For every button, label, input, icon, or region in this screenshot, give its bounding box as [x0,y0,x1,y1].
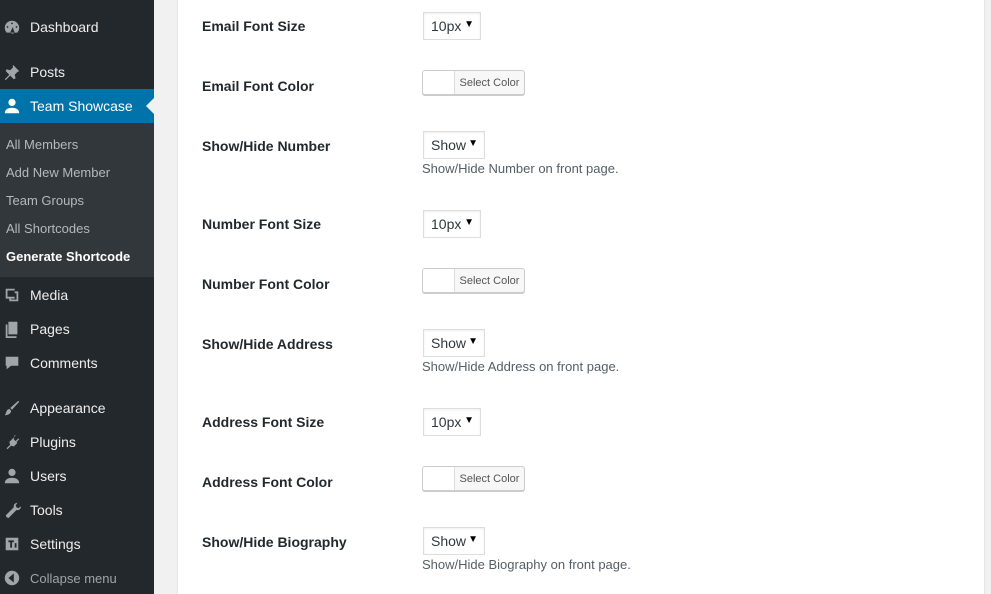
select-value: Show [431,335,467,351]
menu-item-plugins[interactable]: Plugins [0,425,154,459]
select-value: 10px [431,414,462,430]
menu-item-media[interactable]: Media [0,278,154,312]
wrench-icon [3,501,21,519]
collapse-label: Collapse menu [30,570,117,586]
show-biography-label: Show/Hide Biography [202,534,347,550]
show-number-select[interactable]: Show ▼ [423,131,485,159]
submenu-generate-shortcode[interactable]: Generate Shortcode [6,249,130,264]
select-value: 10px [431,216,462,232]
menu-item-dashboard[interactable]: Dashboard [0,10,154,44]
menu-label: Dashboard [30,19,99,35]
select-value: Show [431,137,467,153]
menu-label: Pages [30,321,70,337]
chevron-down-icon: ▼ [468,336,478,347]
address-font-size-select[interactable]: 10px ▼ [423,408,481,436]
email-font-size-select[interactable]: 10px ▼ [423,12,481,40]
email-font-color-label: Email Font Color [202,78,314,94]
menu-item-posts[interactable]: Posts [0,55,154,89]
brush-icon [3,399,21,417]
menu-item-team-showcase[interactable]: Team Showcase [0,89,154,123]
pin-icon [3,63,21,81]
show-number-description: Show/Hide Number on front page. [422,161,619,176]
chevron-down-icon: ▼ [468,138,478,149]
media-icon [3,286,21,304]
menu-item-comments[interactable]: Comments [0,346,154,380]
submenu-all-shortcodes[interactable]: All Shortcodes [6,221,90,236]
collapse-icon [3,569,21,587]
select-color-text: Select Color [459,472,520,485]
menu-item-tools[interactable]: Tools [0,493,154,527]
chevron-down-icon: ▼ [464,19,474,30]
menu-label: Media [30,287,69,303]
menu-label: Team Showcase [30,98,133,114]
admin-sidebar: Dashboard Posts Team Showcase All Member… [0,0,154,594]
select-value: 10px [431,18,462,34]
settings-panel: Email Font Size 10px ▼ Email Font Color S… [177,0,985,594]
menu-label: Comments [30,355,98,371]
show-address-select[interactable]: Show ▼ [423,329,485,357]
comment-icon [3,354,21,372]
submenu-team-groups[interactable]: Team Groups [6,193,84,208]
menu-label: Plugins [30,434,76,450]
show-biography-description: Show/Hide Biography on front page. [422,557,631,572]
color-swatch [423,467,455,490]
plug-icon [3,433,21,451]
show-biography-select[interactable]: Show ▼ [423,527,485,555]
menu-item-settings[interactable]: Settings [0,527,154,561]
chevron-down-icon: ▼ [464,415,474,426]
number-color-picker-button[interactable]: Select Color [422,268,525,293]
email-color-picker-button[interactable]: Select Color [422,70,525,95]
show-address-label: Show/Hide Address [202,336,333,352]
settings-icon [3,535,21,553]
chevron-down-icon: ▼ [468,534,478,545]
menu-label: Appearance [30,400,106,416]
address-font-size-label: Address Font Size [202,414,325,430]
select-value: Show [431,533,467,549]
user-icon [3,97,21,115]
team-showcase-submenu: All Members Add New Member Team Groups A… [0,123,154,277]
submenu-add-new-member[interactable]: Add New Member [6,165,110,180]
show-address-description: Show/Hide Address on front page. [422,359,620,374]
menu-item-appearance[interactable]: Appearance [0,391,154,425]
pages-icon [3,320,21,338]
email-font-size-label: Email Font Size [202,18,306,34]
menu-label: Settings [30,536,81,552]
submenu-all-members[interactable]: All Members [6,137,78,152]
color-swatch [423,269,455,292]
menu-label: Users [30,468,67,484]
number-font-color-label: Number Font Color [202,276,330,292]
menu-item-pages[interactable]: Pages [0,312,154,346]
number-font-size-label: Number Font Size [202,216,322,232]
dashboard-icon [3,18,21,36]
color-swatch [423,71,455,94]
address-font-color-label: Address Font Color [202,474,333,490]
users-icon [3,467,21,485]
menu-label: Posts [30,64,66,80]
collapse-menu-button[interactable]: Collapse menu [0,561,154,594]
show-number-label: Show/Hide Number [202,138,331,154]
select-color-text: Select Color [459,76,520,89]
menu-item-users[interactable]: Users [0,459,154,493]
address-color-picker-button[interactable]: Select Color [422,466,525,491]
chevron-down-icon: ▼ [464,217,474,228]
select-color-text: Select Color [459,274,520,287]
menu-label: Tools [30,502,63,518]
number-font-size-select[interactable]: 10px ▼ [423,210,481,238]
